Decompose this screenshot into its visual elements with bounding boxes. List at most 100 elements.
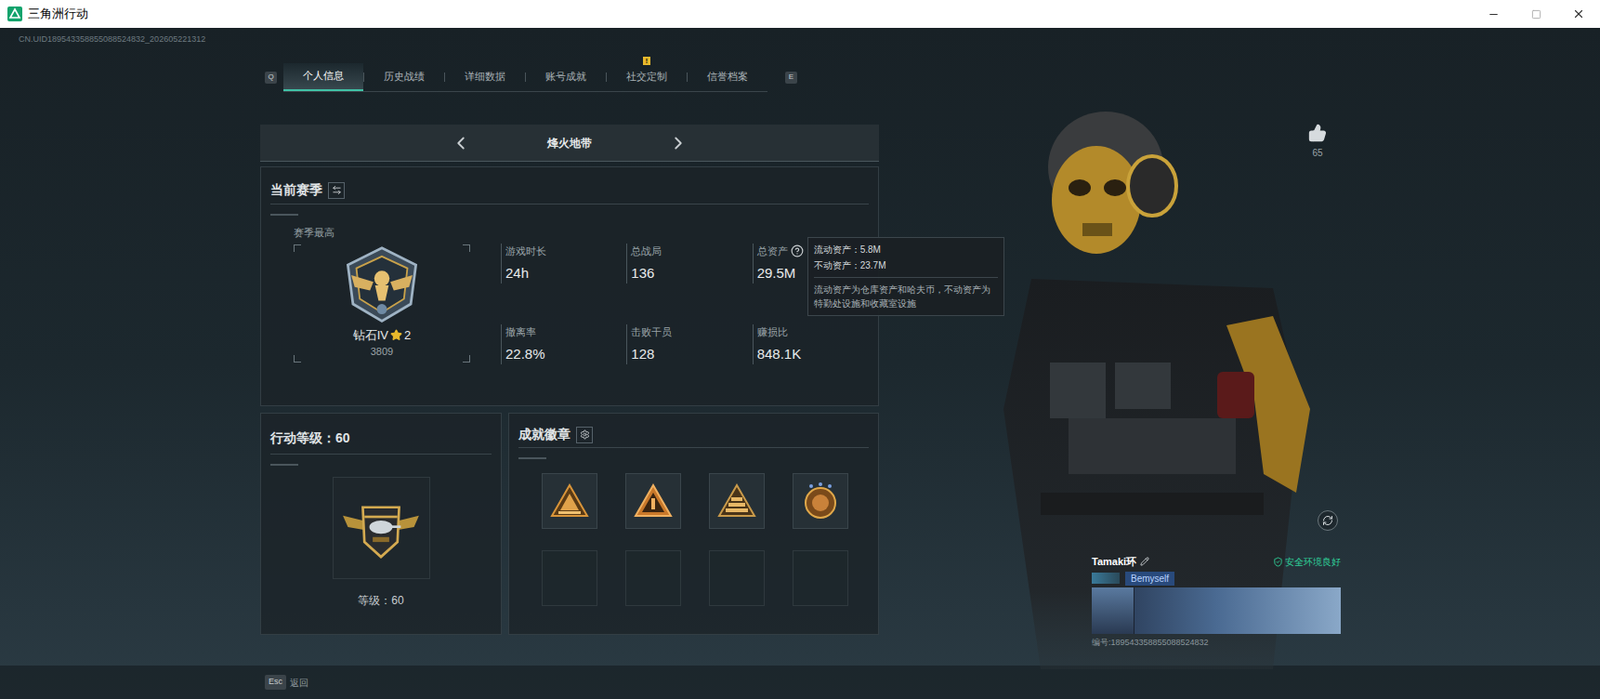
achievements-title: 成就徽章: [518, 424, 571, 445]
footer-bar: Esc返回: [0, 665, 1600, 699]
tag-icon: [1091, 572, 1120, 584]
bracket-corner: [293, 244, 302, 252]
mode-label: 烽火地带: [547, 134, 592, 152]
stat-label: 游戏时长: [505, 243, 547, 260]
app-logo-icon: [7, 6, 23, 22]
rank-star-icon: [390, 328, 403, 341]
esc-key[interactable]: Esc: [264, 674, 287, 690]
rotate-button[interactable]: [1317, 510, 1338, 531]
refresh-icon: [1322, 514, 1334, 526]
asset-tooltip: 流动资产：5.8M不动资产：23.7M 流动资产为仓库资产和哈夫币，不动资产为特勤…: [807, 236, 1005, 316]
badge-slot[interactable]: [625, 550, 682, 606]
player-tag: Bemyself: [1125, 571, 1175, 586]
badge-slot[interactable]: [625, 472, 682, 529]
player-card: Tamaki环 安全环境良好 Bemyself 编号:1895433588550885…: [1091, 553, 1341, 649]
uid-label: CN.UID189543358855088524832_202605221312: [0, 27, 1600, 64]
security-status: 安全环境良好: [1285, 554, 1341, 569]
badge-slot[interactable]: [792, 550, 849, 606]
tab-divider: [605, 72, 607, 82]
tab[interactable]: 个人信息: [283, 63, 364, 92]
header-accent: [270, 463, 299, 466]
level-emblem-box: [332, 476, 431, 579]
tab[interactable]: 账号成就: [525, 63, 606, 92]
gear-icon: [579, 429, 591, 440]
mode-selector: 烽火地带: [260, 124, 879, 162]
next-mode-icon[interactable]: [668, 132, 689, 154]
close-button[interactable]: [1557, 0, 1600, 28]
edit-name-icon[interactable]: [1140, 556, 1150, 566]
minimize-button[interactable]: [1471, 0, 1515, 28]
rank-name: 钻石IV: [353, 326, 389, 345]
bracket-corner: [293, 354, 302, 363]
close-icon: [1572, 7, 1586, 21]
bars-badge-icon: [716, 482, 758, 520]
like-widget[interactable]: 65: [1304, 123, 1331, 160]
app-window: 三角洲行动 CN.UID189543358855088524832_2026052…: [0, 0, 1600, 699]
level-panel: 行动等级：60 等级：60: [260, 412, 502, 635]
rank-stars: 2: [404, 326, 411, 345]
badge-slot[interactable]: [541, 550, 598, 606]
stat-value: 848.1K: [757, 343, 879, 366]
minimize-icon: [1487, 8, 1500, 21]
rank-triangle-badge-icon: [632, 482, 674, 520]
tab-divider: [686, 72, 688, 82]
header-accent: [518, 457, 547, 460]
rank-score: 3809: [370, 343, 394, 360]
game-area: CN.UID189543358855088524832_202605221312…: [0, 27, 1600, 699]
stat-label: 赚损比: [757, 324, 788, 341]
badge-settings-button[interactable]: [576, 426, 593, 444]
stat-label: 击败干员: [630, 324, 672, 341]
like-count: 65: [1311, 145, 1323, 160]
stat-cell: 总战局136: [626, 243, 752, 284]
back-label[interactable]: 返回: [289, 675, 309, 690]
tab[interactable]: 历史战绩: [364, 63, 445, 92]
maximize-button[interactable]: [1514, 0, 1558, 28]
tab-badge: !: [642, 56, 651, 66]
maximize-icon: [1531, 9, 1542, 20]
tab-divider: [363, 72, 365, 82]
level-title: 行动等级：60: [270, 430, 351, 446]
stat-cell: 击败干员 128: [626, 324, 752, 365]
tab[interactable]: 详细数据: [445, 63, 525, 92]
tooltip-note: 流动资产为仓库资产和哈夫币，不动资产为特勤处设施和收藏室设施: [813, 282, 998, 311]
title-bar: 三角洲行动: [0, 0, 1600, 28]
info-column: 烽火地带当前赛季赛季最高钻石IV23809游戏时长24h总战局136总资产流动资…: [260, 124, 879, 635]
stat-value: 24h: [505, 262, 627, 285]
banner-image: [1091, 587, 1341, 634]
shield-icon: [1272, 556, 1284, 567]
window-title: 三角洲行动: [27, 4, 89, 24]
pyramid-badge-icon: [549, 482, 591, 520]
thumbs-up-icon: [1308, 123, 1327, 143]
season-switch-button[interactable]: [327, 182, 345, 199]
badge-slot[interactable]: [708, 472, 765, 529]
stat-label: 总战局: [630, 243, 662, 260]
banner-thumbnail: [1091, 587, 1135, 634]
diamond-rank-emblem-icon: [339, 244, 425, 325]
tooltip-line: 不动资产：23.7M: [813, 258, 998, 273]
achievements-panel: 成就徽章: [508, 412, 879, 635]
badge-slot[interactable]: [541, 472, 598, 529]
season-panel: 当前赛季赛季最高钻石IV23809游戏时长24h总战局136总资产流动资产：5.…: [260, 166, 879, 407]
badge-slot[interactable]: [708, 550, 765, 606]
badge-slot[interactable]: [792, 472, 849, 529]
stat-label: 撤离率: [505, 324, 537, 341]
tab-divider: [524, 72, 526, 82]
rank-box: 钻石IV 2 3809: [293, 244, 471, 363]
level-label: 等级：60: [357, 591, 404, 609]
bracket-corner: [462, 244, 471, 252]
player-id: 编号:189543358855088524832: [1091, 636, 1341, 650]
tab-divider: [444, 72, 446, 82]
tab[interactable]: 信誉档案: [687, 63, 768, 92]
tab-bar: Q 个人信息历史战绩详细数据账号成就社交定制!信誉档案 E: [264, 63, 1600, 92]
tab[interactable]: 社交定制!: [606, 63, 687, 92]
player-name: Tamaki环: [1091, 553, 1137, 570]
help-icon[interactable]: [790, 244, 804, 258]
stat-label: 总资产: [757, 243, 788, 260]
prev-mode-icon[interactable]: [450, 132, 472, 154]
tooltip-line: 流动资产：5.8M: [813, 242, 998, 257]
next-tab-key[interactable]: E: [785, 71, 798, 84]
tooltip-divider: [813, 276, 998, 278]
shield-badge-icon: [801, 480, 840, 522]
prev-tab-key[interactable]: Q: [264, 71, 277, 84]
stat-value: 128: [630, 343, 752, 366]
